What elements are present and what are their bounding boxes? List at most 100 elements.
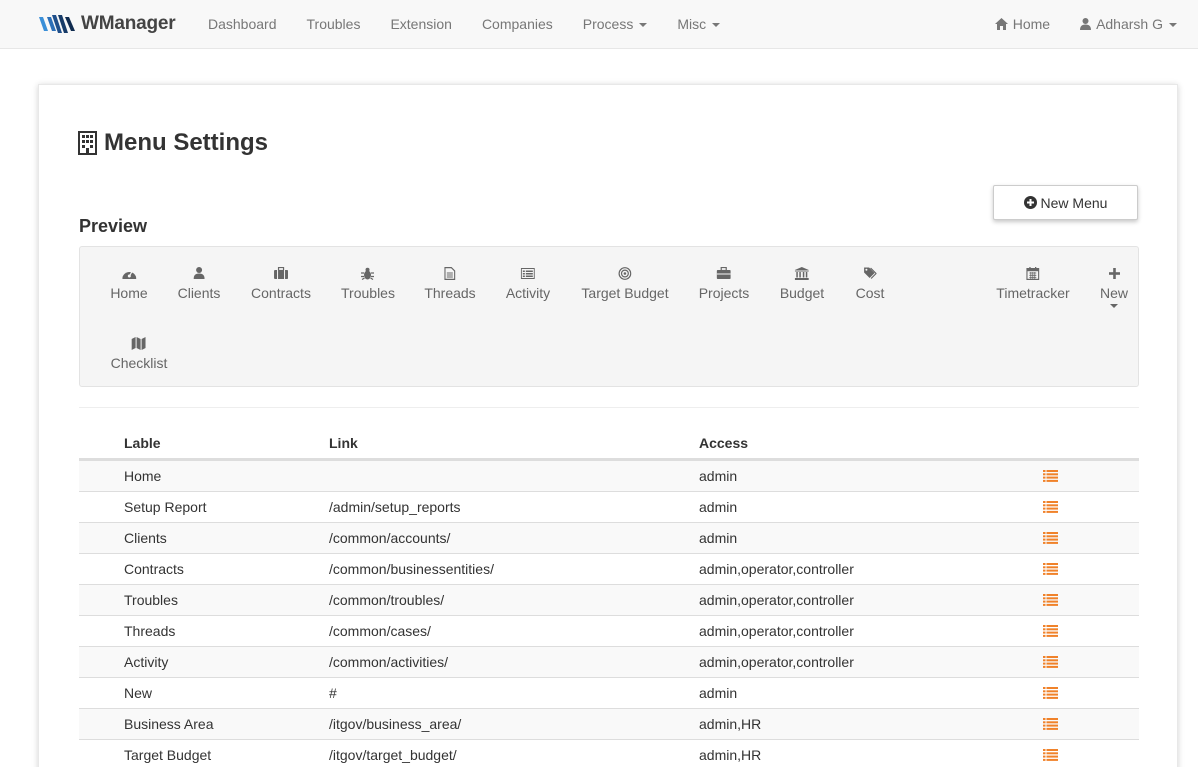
- row-actions-button[interactable]: [1043, 563, 1058, 575]
- preview-item-label: New: [1099, 285, 1129, 301]
- nav-label: Process: [582, 16, 634, 32]
- preview-item-activity[interactable]: Activity: [506, 265, 550, 301]
- list-icon: [1043, 718, 1058, 730]
- preview-item-clients[interactable]: Clients: [177, 265, 221, 301]
- nav-label: Troubles: [306, 16, 361, 32]
- list-icon: [1043, 749, 1058, 761]
- row-actions-button[interactable]: [1043, 501, 1058, 513]
- row-actions-button[interactable]: [1043, 625, 1058, 637]
- header-access: Access: [699, 435, 749, 451]
- header-label: Lable: [124, 435, 161, 451]
- plus-icon: [1108, 267, 1120, 279]
- preview-item-budget[interactable]: Budget: [780, 265, 824, 301]
- row-actions-button[interactable]: [1043, 470, 1058, 482]
- brand[interactable]: WManager: [39, 12, 176, 36]
- top-navbar: WManager Dashboard Troubles Extension Co…: [0, 0, 1198, 49]
- preview-item-troubles[interactable]: Troubles: [341, 265, 395, 301]
- row-label: Business Area: [124, 716, 214, 732]
- list-icon: [1043, 532, 1058, 544]
- nav-label: Misc: [677, 16, 707, 32]
- calendar-icon: [1026, 266, 1040, 280]
- row-label: Home: [124, 468, 162, 484]
- preview-item-projects[interactable]: Projects: [699, 265, 749, 301]
- row-access: admin,HR: [699, 747, 762, 763]
- preview-item-label: Budget: [779, 285, 825, 301]
- row-link: /admin/setup_reports: [329, 499, 461, 515]
- nav-label: Dashboard: [208, 16, 277, 32]
- row-actions-button[interactable]: [1043, 718, 1058, 730]
- table-row: New # admin: [79, 677, 1139, 708]
- row-link: /itgov/business_area/: [329, 716, 462, 732]
- preview-item-target-budget[interactable]: Target Budget: [581, 265, 669, 301]
- row-label: Target Budget: [124, 747, 212, 763]
- nav-process-dropdown[interactable]: Process: [568, 0, 663, 48]
- row-actions-button[interactable]: [1043, 656, 1058, 668]
- map-icon: [131, 336, 146, 350]
- list-icon: [1043, 501, 1058, 513]
- preview-item-label: Clients: [177, 285, 221, 301]
- table-row: Home admin: [79, 460, 1139, 491]
- section-divider: [79, 407, 1139, 408]
- preview-item-contracts[interactable]: Contracts: [251, 265, 311, 301]
- nav-companies[interactable]: Companies: [467, 0, 568, 48]
- nav-extension[interactable]: Extension: [375, 0, 466, 48]
- row-label: Setup Report: [124, 499, 207, 515]
- page-title-text: Menu Settings: [104, 129, 269, 156]
- list-icon: [1043, 563, 1058, 575]
- row-label: New: [124, 685, 153, 701]
- new-menu-button[interactable]: New Menu: [993, 185, 1138, 220]
- row-actions-button[interactable]: [1043, 594, 1058, 606]
- menu-preview: Home Clients Contracts Troubles Threads …: [79, 246, 1139, 387]
- preview-item-label: Home: [110, 285, 148, 301]
- header-link: Link: [329, 435, 358, 451]
- preview-item-home[interactable]: Home: [110, 265, 148, 301]
- row-link: #: [329, 685, 337, 701]
- row-access: admin: [699, 499, 738, 515]
- nav-misc-dropdown[interactable]: Misc: [662, 0, 735, 48]
- row-access: admin: [699, 685, 738, 701]
- nav-troubles[interactable]: Troubles: [292, 0, 376, 48]
- nav-home-link[interactable]: Home: [980, 0, 1065, 48]
- preview-item-label: Timetracker: [996, 285, 1070, 301]
- preview-item-timetracker[interactable]: Timetracker: [996, 265, 1070, 301]
- nav-home-label: Home: [1012, 16, 1051, 32]
- row-label: Activity: [124, 654, 169, 670]
- row-actions-button[interactable]: [1043, 687, 1058, 699]
- table-row: Business Area/itgov/business_area/admin,…: [79, 708, 1139, 739]
- brand-name: WManager: [81, 13, 176, 34]
- list-alt-icon: [521, 267, 535, 279]
- row-actions-button[interactable]: [1043, 532, 1058, 544]
- user-icon: [193, 267, 205, 279]
- row-access: admin,HR: [699, 716, 762, 732]
- preview-item-threads[interactable]: Threads: [424, 265, 476, 301]
- home-icon: [994, 18, 1008, 30]
- menu-settings-panel: Menu Settings New Menu Preview Home Clie…: [38, 84, 1178, 767]
- list-icon: [1043, 625, 1058, 637]
- table-row: Threads/common/cases/admin,operator,cont…: [79, 615, 1139, 646]
- nav-user-dropdown[interactable]: Adharsh G: [1065, 0, 1192, 48]
- preview-item-label: Checklist: [110, 355, 168, 371]
- nav-dashboard[interactable]: Dashboard: [193, 0, 292, 48]
- row-access: admin,operator,controller: [699, 592, 854, 608]
- table-row: Setup Report/admin/setup_reports admin: [79, 491, 1139, 522]
- preview-item-new-dropdown[interactable]: New: [1100, 265, 1128, 308]
- preview-item-checklist[interactable]: Checklist: [110, 335, 168, 371]
- list-icon: [1043, 687, 1058, 699]
- preview-item-cost[interactable]: Cost: [856, 265, 884, 301]
- row-label: Clients: [124, 530, 167, 546]
- row-label: Threads: [124, 623, 176, 639]
- row-link: /common/troubles/: [329, 592, 445, 608]
- caret-down-icon: [1109, 304, 1118, 308]
- row-label: Troubles: [124, 592, 178, 608]
- row-label: Contracts: [124, 561, 184, 577]
- row-actions-button[interactable]: [1043, 749, 1058, 761]
- row-access: admin,operator,controller: [699, 561, 854, 577]
- list-icon: [1043, 656, 1058, 668]
- caret-down-icon: [1169, 23, 1177, 28]
- user-icon: [1080, 18, 1092, 30]
- toolbox-icon: [716, 267, 731, 279]
- table-header-row: Lable Link Access: [79, 427, 1139, 460]
- right-nav: Home Adharsh G: [980, 0, 1192, 48]
- row-link: /common/activities/: [329, 654, 449, 670]
- main-nav: Dashboard Troubles Extension Companies P…: [193, 0, 735, 48]
